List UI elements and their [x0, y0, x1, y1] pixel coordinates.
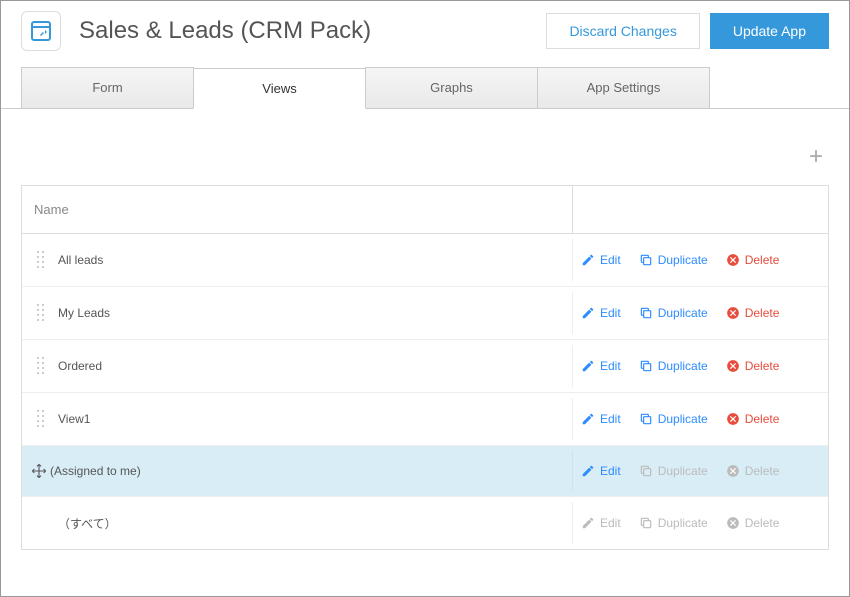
view-name-cell: (Assigned to me)	[22, 446, 572, 496]
column-header-actions	[572, 186, 828, 233]
delete-button-icon	[726, 464, 740, 478]
edit-button-label: Edit	[600, 464, 621, 478]
duplicate-button[interactable]: Duplicate	[639, 306, 708, 320]
duplicate-button-label: Duplicate	[658, 253, 708, 267]
view-name-cell: View1	[22, 393, 572, 445]
edit-button: Edit	[581, 516, 621, 530]
delete-button-label: Delete	[745, 412, 780, 426]
view-name-cell: （すべて）	[22, 497, 572, 549]
duplicate-button-label: Duplicate	[658, 464, 708, 478]
duplicate-button: Duplicate	[639, 464, 708, 478]
edit-button[interactable]: Edit	[581, 359, 621, 373]
delete-button[interactable]: Delete	[726, 306, 780, 320]
edit-button-icon	[581, 359, 595, 373]
delete-button-icon	[726, 412, 740, 426]
delete-button[interactable]: Delete	[726, 412, 780, 426]
actions-cell: Edit Duplicate Delete	[572, 398, 828, 440]
delete-button-icon	[726, 516, 740, 530]
edit-button[interactable]: Edit	[581, 306, 621, 320]
duplicate-button-icon	[639, 464, 653, 478]
view-name-cell: Ordered	[22, 340, 572, 392]
duplicate-button[interactable]: Duplicate	[639, 253, 708, 267]
drag-handle-icon[interactable]	[34, 303, 48, 323]
duplicate-button-icon	[639, 253, 653, 267]
edit-button-label: Edit	[600, 306, 621, 320]
delete-button-label: Delete	[745, 359, 780, 373]
view-name: Ordered	[58, 359, 102, 373]
delete-button-icon	[726, 359, 740, 373]
view-name: All leads	[58, 253, 103, 267]
edit-button-icon	[581, 306, 595, 320]
drag-handle-icon[interactable]	[34, 250, 48, 270]
table-row: My Leads Edit Duplicate Delete	[22, 287, 828, 340]
table-row: All leads Edit Duplicate Delete	[22, 234, 828, 287]
edit-button-label: Edit	[600, 359, 621, 373]
duplicate-button[interactable]: Duplicate	[639, 359, 708, 373]
edit-button[interactable]: Edit	[581, 464, 621, 478]
tab-form[interactable]: Form	[21, 67, 194, 108]
page-title: Sales & Leads (CRM Pack)	[79, 17, 536, 45]
delete-button: Delete	[726, 516, 780, 530]
update-app-button[interactable]: Update App	[710, 13, 829, 49]
actions-cell: Edit Duplicate Delete	[572, 239, 828, 281]
move-cursor-icon	[30, 462, 48, 480]
delete-button[interactable]: Delete	[726, 253, 780, 267]
edit-button[interactable]: Edit	[581, 412, 621, 426]
delete-button-label: Delete	[745, 464, 780, 478]
view-name: (Assigned to me)	[50, 464, 141, 478]
table-row: （すべて） Edit Duplicate Delete	[22, 497, 828, 549]
add-view-button[interactable]: +	[809, 145, 823, 169]
duplicate-button-label: Duplicate	[658, 306, 708, 320]
view-name: My Leads	[58, 306, 110, 320]
tab-views[interactable]: Views	[193, 68, 366, 109]
edit-button-icon	[581, 516, 595, 530]
app-icon	[21, 11, 61, 51]
duplicate-button-icon	[639, 306, 653, 320]
duplicate-button[interactable]: Duplicate	[639, 412, 708, 426]
duplicate-button-label: Duplicate	[658, 359, 708, 373]
duplicate-button-label: Duplicate	[658, 412, 708, 426]
drag-handle-icon[interactable]	[34, 409, 48, 429]
delete-button-icon	[726, 306, 740, 320]
edit-button-label: Edit	[600, 412, 621, 426]
view-name: View1	[58, 412, 90, 426]
edit-button-label: Edit	[600, 516, 621, 530]
duplicate-button-icon	[639, 516, 653, 530]
tab-settings[interactable]: App Settings	[537, 67, 710, 108]
delete-button-label: Delete	[745, 306, 780, 320]
edit-button[interactable]: Edit	[581, 253, 621, 267]
edit-button-icon	[581, 464, 595, 478]
edit-button-icon	[581, 412, 595, 426]
delete-button-icon	[726, 253, 740, 267]
delete-button-label: Delete	[745, 253, 780, 267]
edit-button-label: Edit	[600, 253, 621, 267]
view-name: （すべて）	[58, 515, 117, 532]
duplicate-button-icon	[639, 359, 653, 373]
discard-changes-button[interactable]: Discard Changes	[546, 13, 699, 49]
duplicate-button: Duplicate	[639, 516, 708, 530]
duplicate-button-label: Duplicate	[658, 516, 708, 530]
views-table: Name All leadsEditDuplicateDeleteMy Lead…	[21, 185, 829, 550]
delete-button[interactable]: Delete	[726, 359, 780, 373]
duplicate-button-icon	[639, 412, 653, 426]
column-header-name: Name	[22, 186, 572, 233]
table-row: (Assigned to me) Edit Duplicate Delete	[22, 446, 828, 497]
table-row: View1 Edit Duplicate Delete	[22, 393, 828, 446]
tab-graphs[interactable]: Graphs	[365, 67, 538, 108]
actions-cell: Edit Duplicate Delete	[572, 345, 828, 387]
view-name-cell: All leads	[22, 234, 572, 286]
table-row: Ordered Edit Duplicate Delete	[22, 340, 828, 393]
actions-cell: Edit Duplicate Delete	[572, 450, 828, 492]
edit-button-icon	[581, 253, 595, 267]
view-name-cell: My Leads	[22, 287, 572, 339]
actions-cell: Edit Duplicate Delete	[572, 502, 828, 544]
actions-cell: Edit Duplicate Delete	[572, 292, 828, 334]
delete-button: Delete	[726, 464, 780, 478]
drag-handle-icon[interactable]	[34, 356, 48, 376]
delete-button-label: Delete	[745, 516, 780, 530]
tabs-nav: FormViewsGraphsApp Settings	[1, 67, 849, 109]
